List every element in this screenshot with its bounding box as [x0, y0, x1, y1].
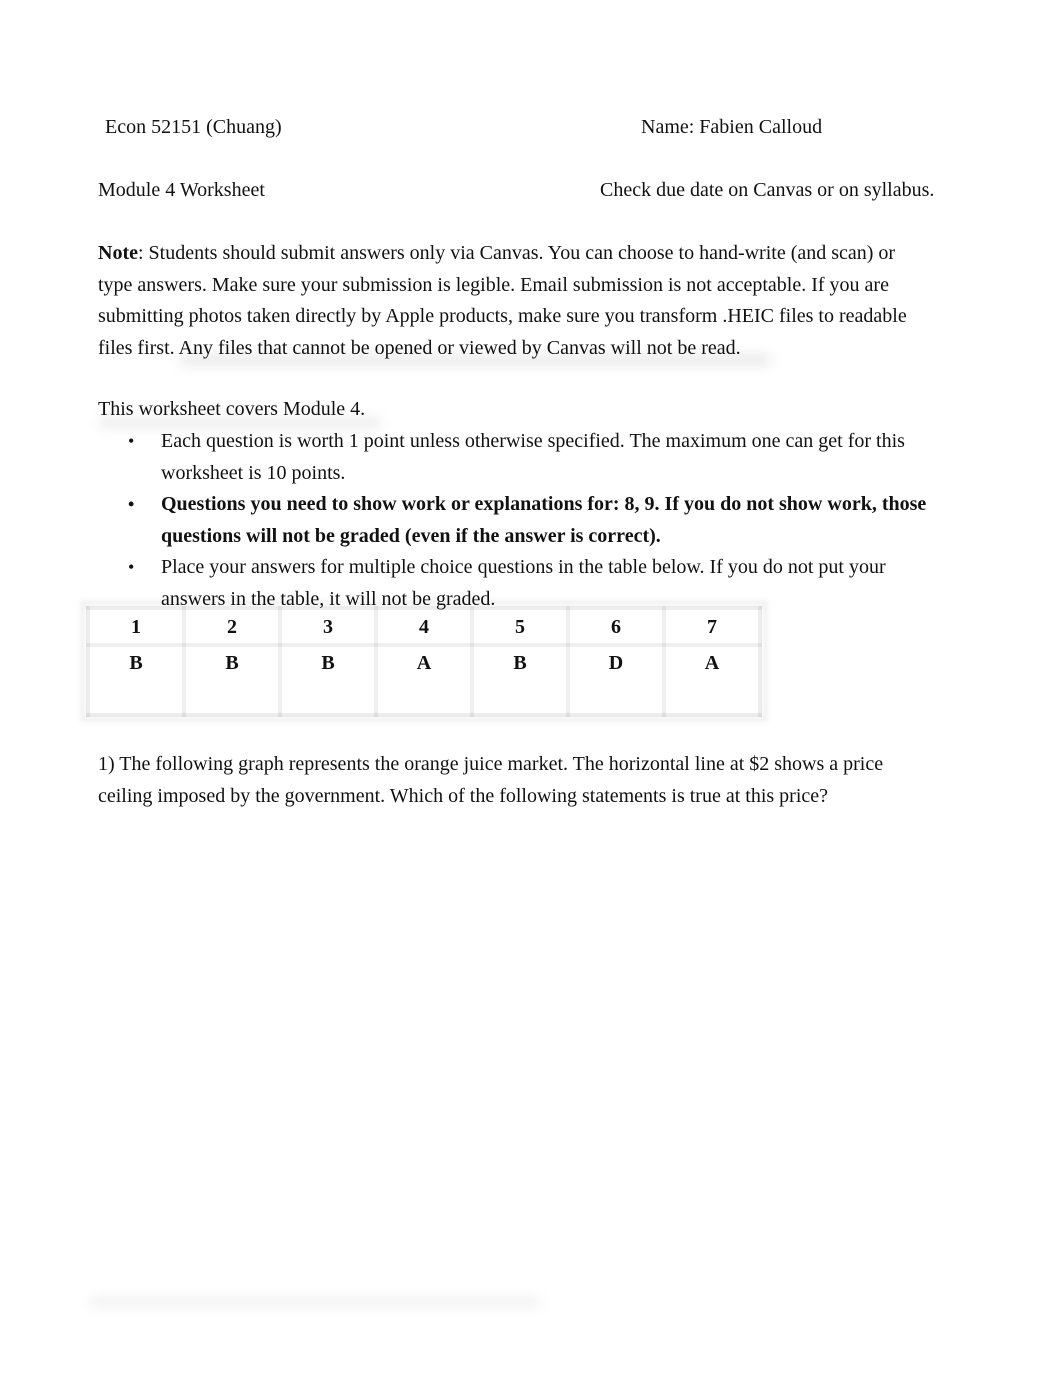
course-title: Econ 52151 (Chuang): [105, 116, 282, 138]
answer-row: B B B A B D A: [86, 643, 762, 717]
bullet-icon: •: [128, 494, 135, 514]
question-1: 1) The following graph represents the or…: [98, 748, 968, 812]
bullet-icon: •: [128, 557, 135, 577]
answer-cell[interactable]: A: [662, 643, 762, 717]
instructions-list: • Each question is worth 1 point unless …: [98, 426, 968, 615]
coverage-statement: This worksheet covers Module 4.: [98, 398, 366, 420]
graph-placeholder: [98, 830, 968, 1290]
instruction-item: • Each question is worth 1 point unless …: [98, 426, 968, 489]
answer-cell[interactable]: A: [374, 643, 474, 717]
submission-note: Note: Students should submit answers onl…: [98, 238, 968, 364]
question-number-cell: 7: [662, 606, 762, 647]
answer-cell[interactable]: B: [470, 643, 570, 717]
answer-cell[interactable]: B: [278, 643, 378, 717]
blur-artifact: [90, 1298, 540, 1306]
question-number-row: 1 2 3 4 5 6 7: [86, 606, 762, 647]
answer-cell[interactable]: B: [86, 643, 186, 717]
note-line: files first. Any files that cannot be op…: [98, 336, 741, 359]
question-number-cell: 1: [86, 606, 186, 647]
question-number-cell: 4: [374, 606, 474, 647]
question-number-cell: 6: [566, 606, 666, 647]
note-line: Note: Students should submit answers onl…: [98, 242, 896, 264]
answer-table: 1 2 3 4 5 6 7 B B B A B D A: [86, 606, 762, 717]
question-number-cell: 5: [470, 606, 570, 647]
worksheet-title: Module 4 Worksheet: [98, 179, 265, 201]
note-line: type answers. Make sure your submission …: [98, 273, 889, 296]
due-date-note: Check due date on Canvas or on syllabus.: [600, 179, 935, 201]
question-number-cell: 2: [182, 606, 282, 647]
question-text-line: 1) The following graph represents the or…: [98, 753, 884, 775]
bullet-icon: •: [128, 431, 135, 451]
instruction-item-show-work: • Questions you need to show work or exp…: [98, 489, 968, 552]
answer-cell[interactable]: B: [182, 643, 282, 717]
question-text-line: ceiling imposed by the government. Which…: [98, 785, 829, 807]
answer-cell[interactable]: D: [566, 643, 666, 717]
note-label: Note: [98, 242, 138, 264]
note-line: submitting photos taken directly by Appl…: [98, 305, 907, 327]
question-number-cell: 3: [278, 606, 378, 647]
student-name: Name: Fabien Calloud: [641, 116, 823, 138]
